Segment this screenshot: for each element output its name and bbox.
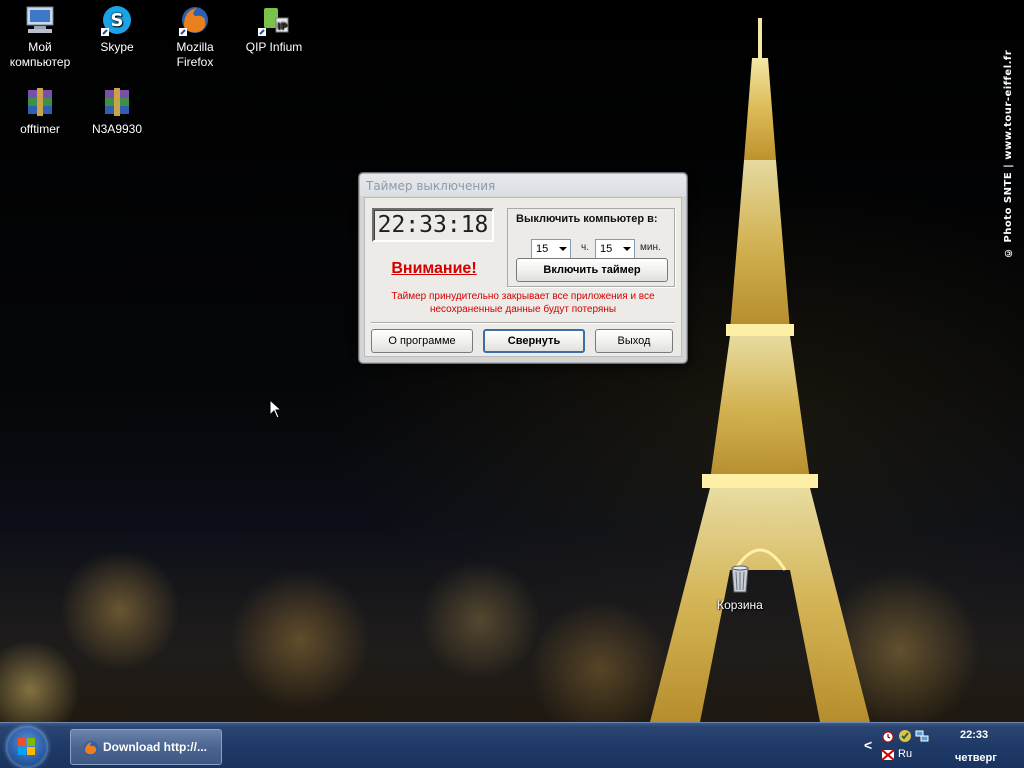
skype-icon: S: [101, 4, 133, 36]
desktop-icon-label: Skype: [100, 40, 134, 54]
shutdown-time-group-title: Выключить компьютер в:: [516, 213, 658, 225]
desktop-icon-qip[interactable]: IP QIP Infium: [236, 2, 312, 55]
firefox-icon: [84, 741, 98, 755]
minutes-value: 15: [600, 243, 613, 255]
shutdown-timer-dialog[interactable]: Таймер выключения 22:33:18 Внимание! Вык…: [359, 173, 687, 363]
qip-tray-icon[interactable]: [898, 729, 912, 743]
tray-clock-day[interactable]: четверг: [955, 752, 997, 764]
svg-text:IP: IP: [277, 22, 287, 32]
warning-heading: Внимание!: [391, 260, 477, 277]
desktop-icon-my-computer[interactable]: Мой компьютер: [2, 2, 78, 70]
desktop-icon-recycle-bin[interactable]: Корзина: [702, 560, 778, 613]
tray-clock-time[interactable]: 22:33: [960, 729, 988, 741]
taskbar-button-label: Download http://...: [103, 740, 207, 754]
eiffel-tower-wallpaper: [650, 18, 870, 722]
desktop-icon-label: Корзина: [717, 598, 763, 612]
desktop-icon-label: N3A9930: [91, 122, 143, 136]
divider: [371, 322, 675, 324]
winrar-archive-icon: [24, 86, 56, 118]
alarm-clock-icon[interactable]: [881, 729, 895, 743]
firefox-icon: [179, 4, 211, 36]
chevron-down-icon: [623, 247, 631, 251]
warning-notice-line: Таймер принудительно закрывает все прило…: [391, 291, 655, 302]
taskbar: Download http://... < Ru 22:33 четверг: [0, 722, 1024, 768]
recycle-bin-icon: [724, 562, 756, 594]
keyboard-layout-flag-icon[interactable]: [881, 748, 895, 762]
desktop-icon-label: Мой компьютер: [9, 40, 71, 69]
language-indicator[interactable]: Ru: [898, 748, 912, 760]
minutes-dropdown[interactable]: 15: [595, 239, 635, 259]
windows-logo-icon: [18, 738, 35, 755]
computer-icon: [24, 4, 56, 36]
current-time-display: 22:33:18: [372, 208, 494, 242]
minimize-button[interactable]: Свернуть: [483, 329, 585, 353]
desktop[interactable]: © Photo SNTE | www.tour-eiffel.fr Мой ко…: [0, 0, 1024, 768]
shutdown-time-group: Выключить компьютер в: 15 ч. 15 мин. Вкл…: [507, 208, 675, 287]
network-icon[interactable]: [915, 729, 929, 743]
desktop-icon-label: offtimer: [20, 122, 60, 136]
taskbar-button-firefox-download[interactable]: Download http://...: [70, 729, 222, 765]
desktop-icon-skype[interactable]: S Skype: [79, 2, 155, 55]
show-hidden-icons-button[interactable]: <: [864, 737, 872, 753]
dialog-title: Таймер выключения: [366, 179, 496, 193]
desktop-icon-n3a9930[interactable]: N3A9930: [79, 84, 155, 137]
mouse-pointer-icon: [269, 399, 283, 419]
start-button[interactable]: [6, 726, 48, 768]
hours-unit-label: ч.: [581, 242, 589, 253]
dialog-body: 22:33:18 Внимание! Выключить компьютер в…: [364, 197, 682, 357]
qip-icon: IP: [258, 4, 290, 36]
desktop-icon-label: Mozilla Firefox: [176, 40, 214, 69]
hours-dropdown[interactable]: 15: [531, 239, 571, 259]
svg-text:S: S: [111, 10, 124, 31]
desktop-icon-offtimer[interactable]: offtimer: [2, 84, 78, 137]
exit-button[interactable]: Выход: [595, 329, 673, 353]
desktop-icon-firefox[interactable]: Mozilla Firefox: [157, 2, 233, 70]
hours-value: 15: [536, 243, 549, 255]
warning-notice-line: несохраненные данные будут потеряны: [429, 304, 617, 315]
chevron-down-icon: [559, 247, 567, 251]
photo-credit-watermark: © Photo SNTE | www.tour-eiffel.fr: [1003, 49, 1014, 258]
minutes-unit-label: мин.: [640, 242, 661, 253]
desktop-icon-label: QIP Infium: [245, 40, 303, 54]
enable-timer-button[interactable]: Включить таймер: [516, 258, 668, 282]
winrar-archive-icon: [101, 86, 133, 118]
about-button[interactable]: О программе: [371, 329, 473, 353]
warning-notice: Таймер принудительно закрывает все прило…: [365, 290, 681, 316]
